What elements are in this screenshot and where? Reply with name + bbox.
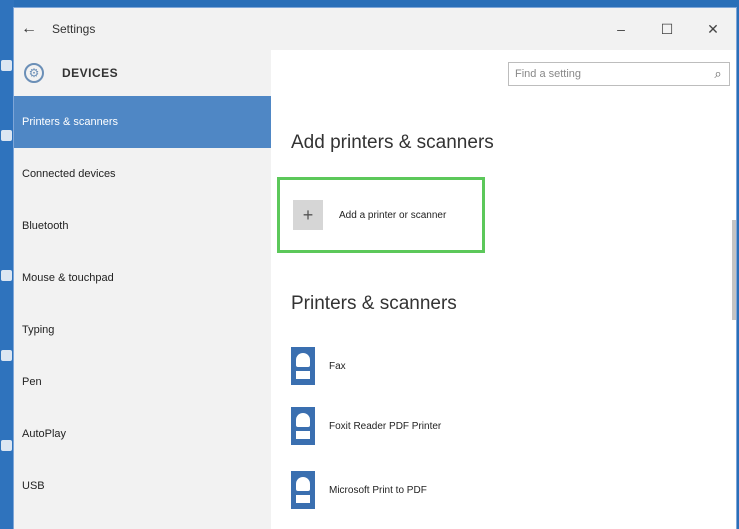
back-button[interactable]: ← xyxy=(14,8,44,50)
add-printers-heading: Add printers & scanners xyxy=(291,132,494,153)
printer-icon xyxy=(291,407,315,445)
printer-name: Foxit Reader PDF Printer xyxy=(329,420,442,432)
search-icon[interactable]: ⌕ xyxy=(707,66,729,82)
add-printer-label: Add a printer or scanner xyxy=(339,209,447,221)
printer-item-fax[interactable]: Fax xyxy=(291,347,346,385)
search-box[interactable]: Find a setting ⌕ xyxy=(508,62,730,86)
printer-item-foxit[interactable]: Foxit Reader PDF Printer xyxy=(291,407,441,445)
add-printer-button[interactable]: + Add a printer or scanner xyxy=(277,177,485,253)
printers-list-heading: Printers & scanners xyxy=(291,293,457,314)
sidebar-item-autoplay[interactable]: AutoPlay xyxy=(14,408,271,460)
minimize-icon: – xyxy=(617,21,625,37)
desktop-icon[interactable] xyxy=(1,270,12,281)
sidebar-item-connected-devices[interactable]: Connected devices xyxy=(14,148,271,200)
printer-item-microsoft-pdf[interactable]: Microsoft Print to PDF xyxy=(291,471,427,509)
title-bar: ← Settings – ☐ ✕ xyxy=(14,8,736,50)
settings-window: ← Settings – ☐ ✕ ⚙ DEVICES Printers & sc… xyxy=(14,8,736,529)
printer-name: Microsoft Print to PDF xyxy=(329,484,427,496)
desktop-strip xyxy=(0,0,14,529)
close-button[interactable]: ✕ xyxy=(690,8,736,50)
maximize-button[interactable]: ☐ xyxy=(644,8,690,50)
close-icon: ✕ xyxy=(707,20,719,37)
back-arrow-icon: ← xyxy=(21,20,37,37)
sidebar-header: ⚙ DEVICES xyxy=(14,50,271,96)
printer-icon xyxy=(291,471,315,509)
sidebar-item-usb[interactable]: USB xyxy=(14,460,271,512)
main-content: Find a setting ⌕ Add printers & scanners… xyxy=(271,50,736,529)
sidebar: ⚙ DEVICES Printers & scanners Connected … xyxy=(14,50,271,529)
desktop-icon[interactable] xyxy=(1,440,12,451)
plus-icon: + xyxy=(293,200,323,230)
desktop-icon[interactable] xyxy=(1,60,12,71)
sidebar-title: DEVICES xyxy=(62,66,119,80)
printer-icon xyxy=(291,347,315,385)
sidebar-item-typing[interactable]: Typing xyxy=(14,304,271,356)
maximize-icon: ☐ xyxy=(660,20,674,37)
minimize-button[interactable]: – xyxy=(598,8,644,50)
sidebar-item-pen[interactable]: Pen xyxy=(14,356,271,408)
sidebar-item-bluetooth[interactable]: Bluetooth xyxy=(14,200,271,252)
desktop-icon[interactable] xyxy=(1,130,12,141)
desktop-icon[interactable] xyxy=(1,350,12,361)
search-input[interactable]: Find a setting xyxy=(509,68,707,80)
window-title: Settings xyxy=(52,22,96,36)
scrollbar[interactable] xyxy=(732,220,736,320)
sidebar-item-printers-scanners[interactable]: Printers & scanners xyxy=(14,96,271,148)
gear-icon: ⚙ xyxy=(24,63,44,83)
printer-name: Fax xyxy=(329,360,346,372)
sidebar-item-mouse-touchpad[interactable]: Mouse & touchpad xyxy=(14,252,271,304)
